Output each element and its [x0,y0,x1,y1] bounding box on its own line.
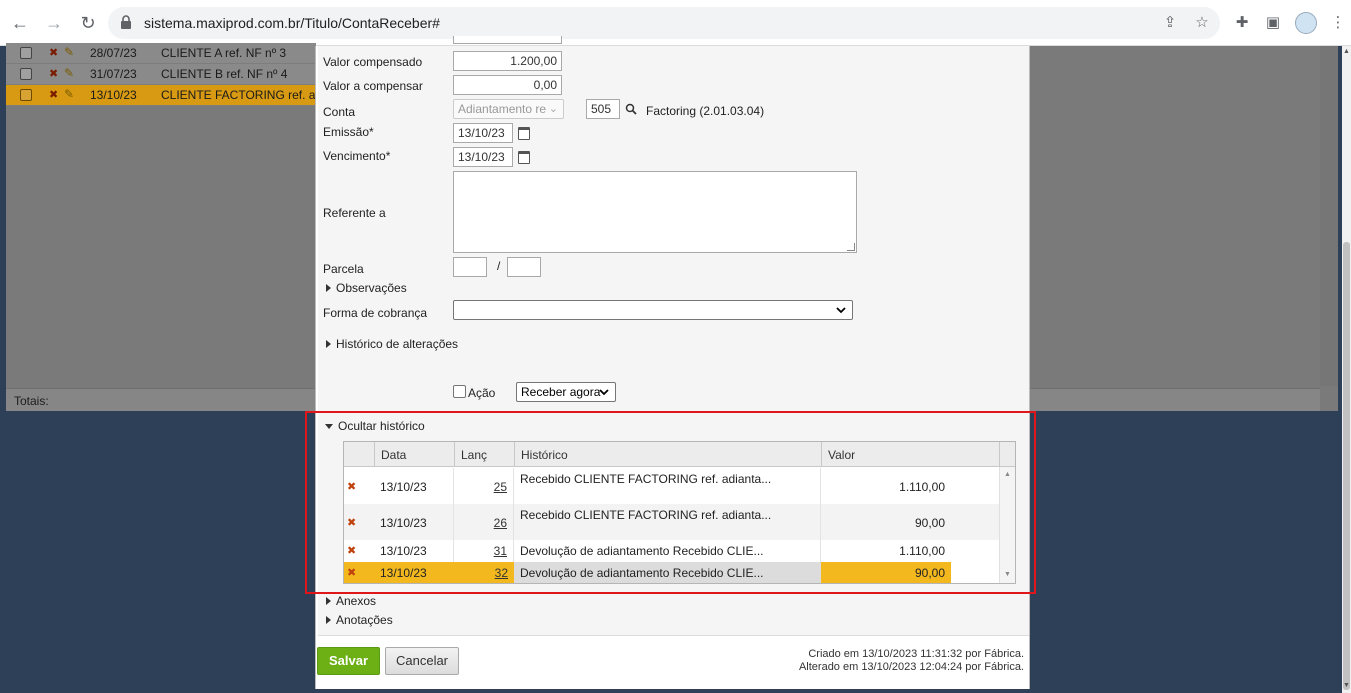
address-bar[interactable]: sistema.maxiprod.com.br/Titulo/ContaRece… [108,7,1220,39]
row-checkbox[interactable] [20,68,32,80]
totals-bar-right [1030,388,1320,411]
back-icon[interactable]: ← [8,11,32,35]
scrollbar-thumb[interactable] [1343,242,1350,690]
highlight-box [305,411,1036,594]
bookmark-star-icon[interactable]: ☆ [1192,13,1212,33]
chevron-down-icon [599,389,609,396]
url-text: sistema.maxiprod.com.br/Titulo/ContaRece… [144,15,440,31]
observacoes-toggle[interactable]: Observações [326,281,407,295]
edit-icon[interactable]: ✎ [64,87,74,101]
delete-icon[interactable]: ✖ [49,67,58,80]
historico-alteracoes-toggle[interactable]: Histórico de alterações [326,337,458,351]
caret-right-icon [326,616,331,624]
chevron-down-icon: ⌄ [548,103,558,115]
side-panel-icon[interactable]: ▣ [1262,12,1284,34]
anexos-toggle[interactable]: Anexos [326,594,376,608]
valor-compensado-label: Valor compensado [323,55,423,69]
row-checkbox[interactable] [20,47,32,59]
search-icon[interactable] [625,103,637,115]
background-scrollbar[interactable] [1320,46,1338,386]
valor-a-compensar-input[interactable]: 0,00 [453,75,562,95]
extensions-icon[interactable]: ✚ [1231,12,1253,34]
conta-code-input[interactable]: 505 [586,99,620,119]
scroll-down-icon[interactable]: ▼ [1343,682,1350,689]
anotacoes-toggle[interactable]: Anotações [326,613,393,627]
valor-compensado-input[interactable]: 1.200,00 [453,51,562,71]
emissao-label: Emissão* [323,125,374,139]
edit-icon[interactable]: ✎ [64,66,74,80]
acao-select[interactable]: Receber agora [516,382,616,402]
parcela-label: Parcela [323,262,364,276]
caret-right-icon [326,284,331,292]
chevron-down-icon [836,307,846,314]
vencimento-input[interactable]: 13/10/23 [453,147,513,167]
totals-bar: Totais: [6,388,316,411]
modified-info: Alterado em 13/10/2023 12:04:24 por Fábr… [798,661,1024,673]
row-checkbox[interactable] [20,89,32,101]
parcela-separator: / [497,259,501,273]
page-scrollbar[interactable]: ▲ ▼ [1342,46,1351,693]
calendar-icon[interactable] [518,151,530,164]
caret-right-icon [326,340,331,348]
profile-avatar[interactable] [1295,12,1317,34]
parcela-total-input[interactable] [507,257,541,277]
calendar-icon[interactable] [518,127,530,140]
caret-right-icon [326,597,331,605]
conta-label: Conta [323,105,356,119]
acao-checkbox[interactable] [453,385,466,398]
background-row[interactable]: ✖ ✎ 31/07/23 CLIENTE B ref. NF nº 4 [6,64,316,85]
share-icon[interactable]: ⇪ [1160,13,1180,33]
created-info: Criado em 13/10/2023 11:31:32 por Fábric… [808,648,1024,660]
acao-label: Ação [468,386,496,400]
edit-icon[interactable]: ✎ [64,45,74,59]
background-row-selected[interactable]: ✖ ✎ 13/10/23 CLIENTE FACTORING ref. adia… [6,85,316,106]
scroll-up-icon[interactable]: ▲ [1343,48,1350,55]
save-button[interactable]: Salvar [317,647,380,675]
referente-label: Referente a [323,206,386,220]
forma-cobranca-select[interactable] [453,300,853,320]
parcela-input[interactable] [453,257,487,277]
forma-cobranca-label: Forma de cobrança [323,306,428,320]
emissao-input[interactable]: 13/10/23 [453,123,513,143]
delete-icon[interactable]: ✖ [49,88,58,101]
forward-icon[interactable]: → [42,11,66,35]
resize-handle[interactable] [847,243,855,251]
delete-icon[interactable]: ✖ [49,46,58,59]
menu-kebab-icon[interactable]: ⋮ [1327,12,1349,34]
background-row[interactable]: ✖ ✎ 28/07/23 CLIENTE A ref. NF nº 3 [6,43,316,64]
referente-textarea[interactable] [453,171,857,253]
reload-icon[interactable]: ↻ [76,11,100,35]
conta-select[interactable]: Adiantamento re ⌄ [453,99,564,119]
lock-icon [121,15,131,29]
conta-name: Factoring (2.01.03.04) [646,104,765,118]
valor-a-compensar-label: Valor a compensar [323,79,423,93]
vencimento-label: Vencimento* [323,149,391,163]
cancel-button[interactable]: Cancelar [385,647,459,675]
browser-toolbar: ← → ↻ sistema.maxiprod.com.br/Titulo/Con… [0,0,1351,46]
previous-field-partial[interactable] [453,36,562,44]
